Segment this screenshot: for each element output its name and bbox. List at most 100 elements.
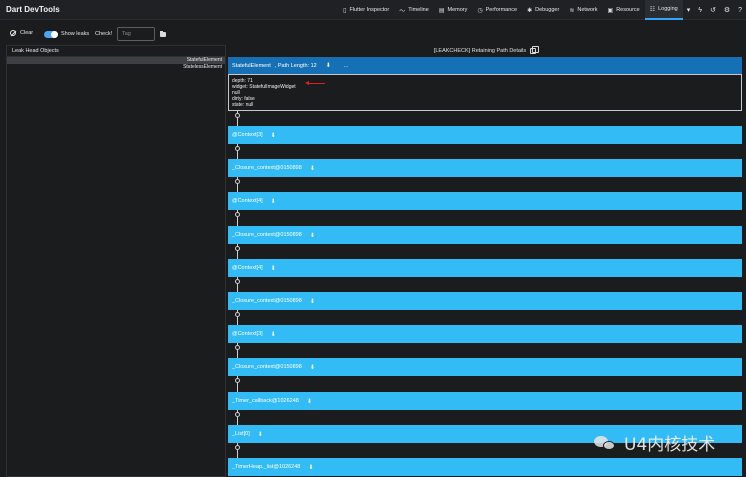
tag-input[interactable] xyxy=(117,27,155,41)
clear-icon xyxy=(10,30,16,36)
connector-node-icon xyxy=(235,113,240,118)
leak-item[interactable]: StatefulElement xyxy=(7,57,225,64)
path-node-label: _TimerHeap._list@1026248 xyxy=(232,464,301,470)
path-node-label: _List[0] xyxy=(232,431,250,437)
history-icon[interactable]: ↺ xyxy=(706,0,720,20)
expand-arrow-icon[interactable]: ⬇ xyxy=(258,431,263,438)
logging-icon: ☷ xyxy=(649,6,656,13)
connector-node-icon xyxy=(235,445,240,450)
connector-node-icon xyxy=(235,212,240,217)
path-node[interactable]: _Closure_context@0150898 ⬇ xyxy=(228,292,742,310)
path-node-label: _Closure_context@0150898 xyxy=(232,232,302,238)
clear-button[interactable]: Clear xyxy=(10,30,33,36)
path-node-label: _Closure_context@0150898 xyxy=(232,165,302,171)
retaining-path-title: [LEAKCHECK] Retaining Path Details xyxy=(433,48,527,54)
watermark-text: U4内核技术 xyxy=(624,435,716,455)
tab-bar: ▯ Flutter Inspector 〜 Timeline ▤ Memory ◷ Perfo… xyxy=(338,0,746,20)
tab-label: Performance xyxy=(485,7,518,13)
tab-label: Memory xyxy=(447,7,468,13)
logging-toolbar: Clear Show leaks Check! xyxy=(0,26,746,44)
expand-arrow-icon[interactable]: ⬇ xyxy=(308,464,313,471)
path-node[interactable]: @Context[3] ⬇ xyxy=(228,126,742,144)
bolt-icon[interactable]: ϟ xyxy=(694,0,706,20)
expand-arrow-icon[interactable]: ⬇ xyxy=(326,62,331,69)
root-node[interactable]: StatefulElement , Path Length: 12 ⬇ ... xyxy=(228,57,742,74)
expand-arrow-icon[interactable]: ⬇ xyxy=(310,298,315,305)
connector-node-icon xyxy=(235,179,240,184)
retaining-path-header: [LEAKCHECK] Retaining Path Details xyxy=(228,45,742,57)
network-icon: ≋ xyxy=(569,7,575,14)
app-title: Dart DevTools xyxy=(6,5,60,14)
path-node-label: @Context[4] xyxy=(232,198,263,204)
show-leaks-label: Show leaks xyxy=(61,31,90,37)
path-node[interactable]: @Context[4] ⬇ xyxy=(228,192,742,210)
tab-logging[interactable]: ☷ Logging xyxy=(644,0,683,20)
leak-head-objects-title: Leak Head Objects xyxy=(7,46,225,57)
path-node-label: _Timer_callback@1026248 xyxy=(232,398,299,404)
tab-label: Flutter Inspector xyxy=(349,7,390,13)
tab-label: Logging xyxy=(658,6,678,12)
timeline-icon: 〜 xyxy=(399,8,406,15)
leak-list: StatefulElement StatelessElement xyxy=(7,57,225,71)
copy-icon[interactable] xyxy=(530,46,540,54)
folder-icon[interactable] xyxy=(160,31,166,37)
tab-label: Timeline xyxy=(408,7,429,13)
leak-head-objects-panel: Leak Head Objects StatefulElement Statele… xyxy=(6,45,226,477)
node-details-box: depth: 71 widget: StatefulImageWidget nu… xyxy=(228,74,742,111)
tab-flutter-inspector[interactable]: ▯ Flutter Inspector xyxy=(338,0,394,20)
more-dropdown-icon[interactable]: ▾ xyxy=(683,0,695,20)
tab-timeline[interactable]: 〜 Timeline xyxy=(394,0,434,20)
path-node[interactable]: _Closure_context@0150898 ⬇ xyxy=(228,358,742,376)
expand-arrow-icon[interactable]: ⬇ xyxy=(307,398,312,405)
expand-arrow-icon[interactable]: ⬇ xyxy=(271,331,276,338)
clear-label: Clear xyxy=(20,30,34,36)
bug-icon: ✱ xyxy=(527,7,533,14)
path-node[interactable]: _Closure_context@0150898 ⬇ xyxy=(228,226,742,244)
path-node-label: @Context[3] xyxy=(232,132,263,138)
tab-debugger[interactable]: ✱ Debugger xyxy=(522,0,564,20)
memory-icon: ▤ xyxy=(438,7,445,14)
connector-node-icon xyxy=(235,378,240,383)
path-node[interactable]: _TimerHeap._list@1026248 ⬇ xyxy=(228,458,742,476)
connector-node-icon xyxy=(235,146,240,151)
detail-line: state: null xyxy=(232,102,254,108)
performance-icon: ◷ xyxy=(477,7,483,14)
path-node-label: _Closure_context@0150898 xyxy=(232,364,302,370)
tab-resource[interactable]: ▣ Resource xyxy=(603,0,645,20)
root-node-label: StatefulElement xyxy=(232,62,271,69)
tab-label: Resource xyxy=(616,7,640,13)
connector-node-icon xyxy=(235,345,240,350)
connector-node-icon xyxy=(235,246,240,251)
expand-arrow-icon[interactable]: ⬇ xyxy=(271,198,276,205)
expand-arrow-icon[interactable]: ⬇ xyxy=(271,265,276,272)
path-node-label: @Context[4] xyxy=(232,265,263,271)
resource-icon: ▣ xyxy=(607,7,614,14)
path-node-label: _Closure_context@0150898 xyxy=(232,298,302,304)
annotation-arrow xyxy=(305,81,325,85)
path-node[interactable]: @Context[3] ⬇ xyxy=(228,325,742,343)
path-node[interactable]: _Timer_callback@1026248 ⬇ xyxy=(228,392,742,410)
settings-icon[interactable]: ⚙ xyxy=(720,0,734,20)
expand-arrow-icon[interactable]: ⬇ xyxy=(271,132,276,139)
path-node[interactable]: _Closure_context@0150898 ⬇ xyxy=(228,159,742,177)
tab-network[interactable]: ≋ Network xyxy=(564,0,602,20)
expand-arrow-icon[interactable]: ⬇ xyxy=(310,165,315,172)
expand-arrow-icon[interactable]: ⬇ xyxy=(310,364,315,371)
path-node-label: @Context[3] xyxy=(232,331,263,337)
path-length-label: , Path Length: 12 xyxy=(274,62,317,69)
leak-item[interactable]: StatelessElement xyxy=(7,64,225,71)
expand-arrow-icon[interactable]: ⬇ xyxy=(310,232,315,239)
more-icon[interactable]: ... xyxy=(344,63,349,69)
show-leaks-toggle[interactable] xyxy=(44,31,58,38)
watermark: U4内核技术 xyxy=(594,430,715,455)
retaining-path-panel: [LEAKCHECK] Retaining Path Details State… xyxy=(228,45,742,477)
tab-memory[interactable]: ▤ Memory xyxy=(434,0,473,20)
help-icon[interactable]: ? xyxy=(734,0,746,20)
connector-node-icon xyxy=(235,412,240,417)
tab-label: Debugger xyxy=(535,7,560,13)
tab-performance[interactable]: ◷ Performance xyxy=(472,0,522,20)
connector-node-icon xyxy=(235,312,240,317)
check-button[interactable]: Check! xyxy=(95,31,112,37)
wechat-logo-icon xyxy=(594,434,618,452)
path-node[interactable]: @Context[4] ⬇ xyxy=(228,259,742,277)
